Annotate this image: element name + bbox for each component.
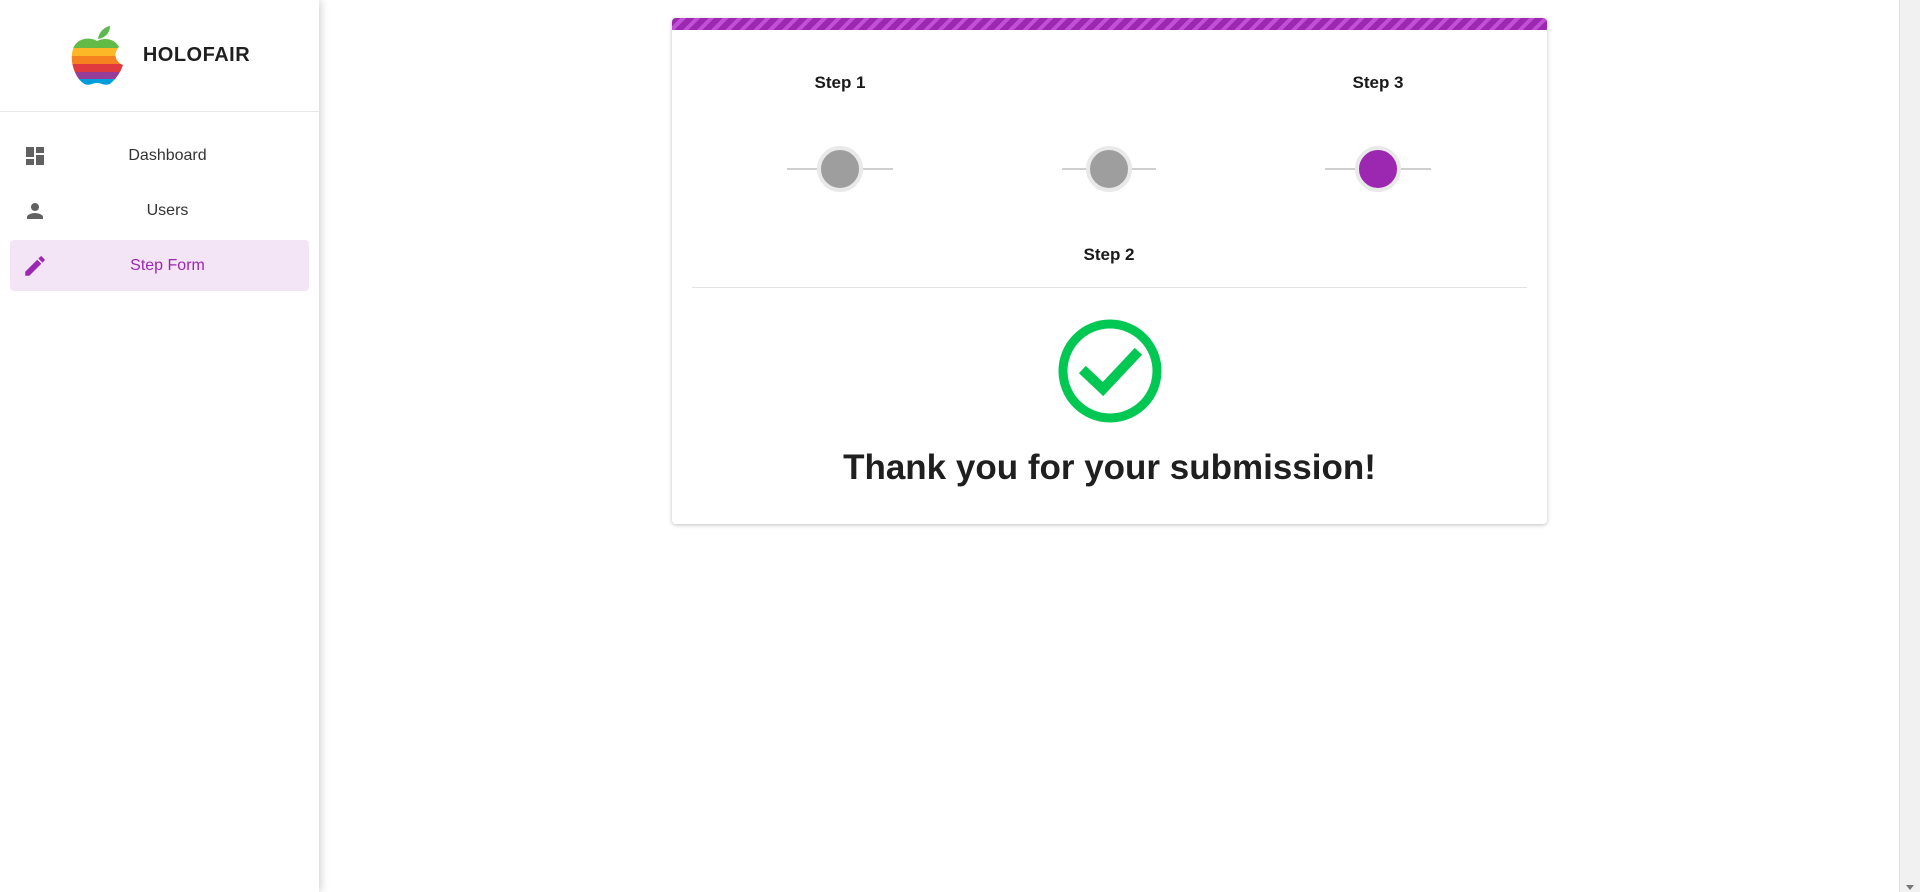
step-1-label: Step 1	[814, 73, 866, 92]
step-1-node	[787, 146, 893, 192]
check-circle-icon	[1057, 318, 1163, 424]
step-2-node	[1062, 146, 1156, 192]
brand: HOLOFAIR	[0, 0, 319, 112]
step-3-label: Step 3	[1352, 73, 1404, 92]
step-connector	[863, 168, 893, 170]
step-connector	[1401, 168, 1431, 170]
dashboard-icon	[22, 143, 48, 169]
page-scrollbar[interactable]	[1899, 0, 1920, 892]
sidebar-nav: Dashboard Users Step Form	[0, 112, 319, 291]
sidebar-item-label: Users	[146, 201, 189, 219]
step-connector	[1132, 168, 1156, 170]
pencil-icon	[22, 253, 48, 279]
divider	[692, 287, 1527, 288]
brand-name: HOLOFAIR	[142, 44, 251, 66]
step-2-circle[interactable]	[1086, 146, 1132, 192]
sidebar: HOLOFAIR Dashboard Users Step Form	[0, 0, 319, 892]
sidebar-item-dashboard[interactable]: Dashboard	[10, 130, 309, 181]
step-form-card: Step 1 Step 3 Step 2 Thank you for your …	[672, 18, 1547, 524]
person-icon	[22, 198, 48, 224]
step-2-label: Step 2	[1083, 245, 1135, 264]
step-3-circle[interactable]	[1355, 146, 1401, 192]
success-message: Thank you for your submission!	[843, 448, 1376, 487]
sidebar-item-label: Step Form	[130, 256, 205, 274]
sidebar-item-label: Dashboard	[128, 146, 207, 164]
card-accent-stripe	[672, 18, 1547, 30]
step-connector	[1325, 168, 1355, 170]
scroll-down-arrow-icon[interactable]	[1906, 885, 1914, 890]
step-3-node	[1325, 146, 1431, 192]
apple-logo-icon	[71, 25, 123, 85]
app-root: HOLOFAIR Dashboard Users Step Form Step …	[0, 0, 1920, 892]
step-connector	[787, 168, 817, 170]
sidebar-item-users[interactable]: Users	[10, 185, 309, 236]
step-1-circle[interactable]	[817, 146, 863, 192]
sidebar-item-step-form[interactable]: Step Form	[10, 240, 309, 291]
step-connector	[1062, 168, 1086, 170]
